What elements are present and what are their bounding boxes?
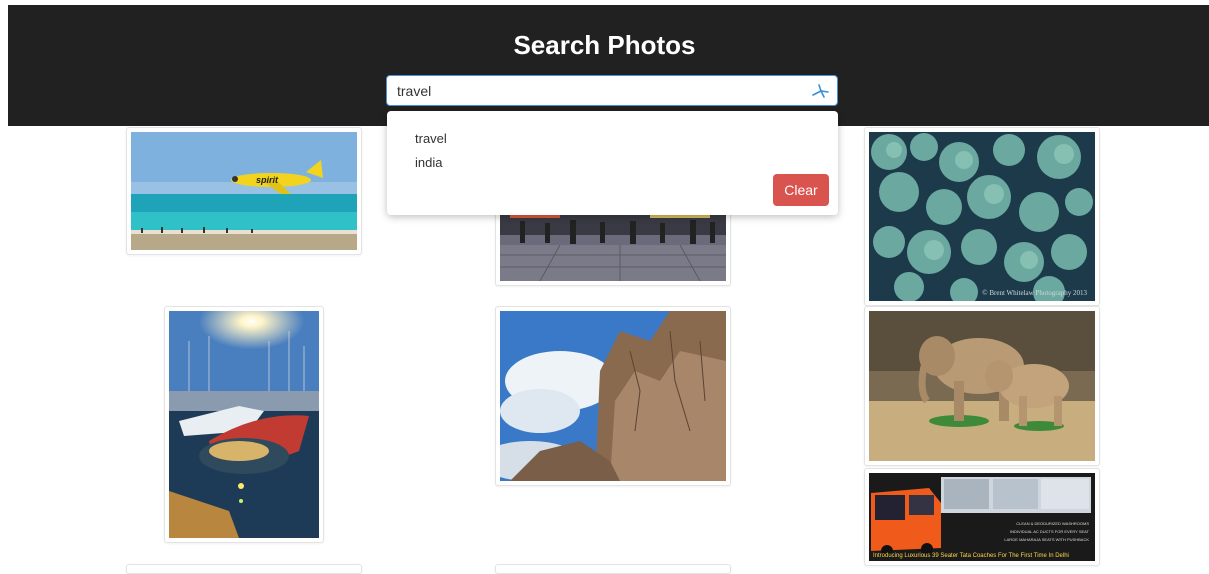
photo-tile-rock[interactable] (495, 306, 731, 486)
photo-tile-coral[interactable]: © Brent Whitelaw Photography 2013 (864, 127, 1100, 306)
bus-caption: Introducing Luxurious 39 Seater Tata Coa… (873, 553, 1069, 559)
photo-image (169, 311, 319, 538)
suggestion-item[interactable]: india (415, 155, 442, 170)
suggestion-item[interactable]: travel (415, 131, 447, 146)
bus-feature-text: LARGE MAHARAJA SEATS WITH PUSHBACK (1004, 537, 1089, 542)
algolia-search-icon (811, 82, 831, 100)
photo-tile-partial[interactable] (495, 564, 731, 574)
photo-tile-elephants[interactable] (864, 306, 1100, 466)
photo-image (869, 311, 1095, 461)
page-title: Search Photos (513, 30, 696, 60)
photo-tile-bus[interactable]: CLEAN & DEODURIZED WASHROOMS INDIVIDUAL … (864, 468, 1100, 566)
photo-tile-boats[interactable] (164, 306, 324, 543)
svg-text:spirit: spirit (256, 175, 279, 185)
photo-image: spirit (131, 132, 357, 250)
photo-image (500, 311, 726, 481)
photo-image: CLEAN & DEODURIZED WASHROOMS INDIVIDUAL … (869, 473, 1095, 561)
clear-button[interactable]: Clear (773, 174, 829, 206)
bus-feature-text: INDIVIDUAL AC DUCTS FOR EVERY SEAT (1010, 529, 1089, 534)
search-box[interactable] (386, 75, 838, 106)
photo-tile-partial[interactable] (126, 564, 362, 574)
suggestions-dropdown: travel india Clear (387, 111, 838, 215)
photo-image: © Brent Whitelaw Photography 2013 (869, 132, 1095, 301)
search-input[interactable] (397, 81, 797, 101)
header-bar (8, 5, 1209, 126)
photo-tile-plane[interactable]: spirit (126, 127, 362, 255)
photo-watermark: © Brent Whitelaw Photography 2013 (982, 289, 1087, 297)
bus-feature-text: CLEAN & DEODURIZED WASHROOMS (1016, 521, 1089, 526)
